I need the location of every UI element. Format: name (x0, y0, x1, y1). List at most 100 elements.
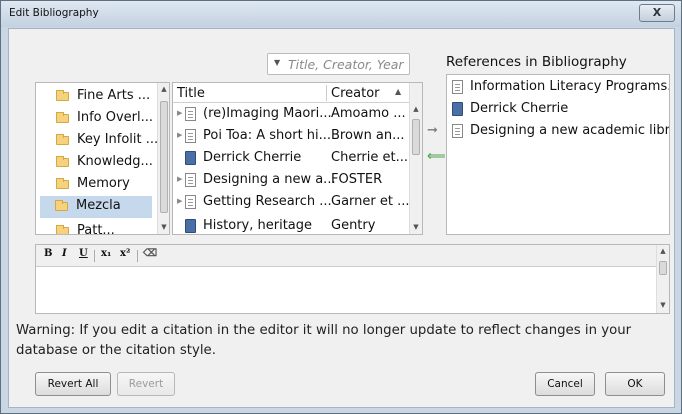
table-row[interactable]: History, heritage Gentry (173, 216, 409, 234)
edit-warning-text: Warning: If you edit a citation in the e… (16, 323, 632, 358)
folder-icon (56, 112, 69, 123)
item-creator: FOSTER (331, 172, 383, 187)
underline-button[interactable]: U (79, 248, 88, 259)
toolbar-separator (94, 250, 95, 262)
collection-item[interactable]: Key Infolit ... (37, 130, 159, 152)
editor-toolbar: B I U x₁ x² ⌫ (36, 245, 656, 267)
table-row[interactable]: ▶ Poi Toa: A short hi... Brown an... (173, 126, 409, 148)
remove-from-bibliography-arrow-icon[interactable]: ⟸ (427, 149, 446, 164)
items-scrollbar[interactable]: ▲ ▼ (409, 83, 422, 234)
collection-label: Key Infolit ... (77, 132, 159, 147)
folder-icon (56, 156, 69, 167)
document-icon (185, 195, 196, 209)
folder-icon (56, 178, 69, 189)
bibliography-list: Information Literacy Programs... Derrick… (446, 74, 670, 235)
dialog-client-area: ▼ References in Bibliography Fine Arts .… (8, 28, 675, 408)
table-row[interactable]: ▶ (re)Imaging Maori... Amoamo ... (173, 104, 409, 126)
bold-button[interactable]: B (44, 248, 52, 259)
citation-text-area[interactable] (36, 267, 656, 313)
item-creator: Cherrie et... (331, 150, 409, 165)
list-item[interactable]: Information Literacy Programs... (447, 77, 669, 99)
subscript-button[interactable]: x₁ (101, 248, 111, 259)
folder-icon (56, 134, 69, 145)
expand-twisty-icon[interactable]: ▶ (177, 131, 182, 139)
search-box[interactable]: ▼ (267, 53, 410, 75)
reference-title: Information Literacy Programs... (470, 79, 670, 94)
citation-editor: B I U x₁ x² ⌫ ▲ ▼ (35, 244, 670, 314)
scroll-up-icon[interactable]: ▲ (410, 105, 422, 113)
document-icon (452, 80, 463, 94)
close-button[interactable]: X (639, 4, 675, 22)
scroll-thumb[interactable] (412, 119, 420, 155)
italic-button[interactable]: I (62, 248, 67, 259)
toolbar-separator (137, 250, 138, 262)
item-creator: Gentry (331, 218, 376, 233)
collection-item[interactable]: Info Overl... (37, 108, 157, 130)
table-row[interactable]: ▶ Designing a new a... FOSTER (173, 170, 409, 192)
add-to-bibliography-arrow-icon[interactable]: ➞ (427, 123, 438, 138)
item-creator: Garner et ... (331, 194, 410, 209)
scroll-thumb[interactable] (659, 261, 667, 275)
ok-button[interactable]: OK (605, 372, 665, 396)
folder-icon (56, 225, 69, 234)
collection-item-selected[interactable]: Mezcla (40, 196, 152, 218)
document-icon (185, 173, 196, 187)
editor-scrollbar[interactable]: ▲ ▼ (656, 245, 669, 313)
collection-item[interactable]: Fine Arts ... (37, 86, 157, 108)
search-dropdown-icon[interactable]: ▼ (274, 58, 280, 67)
edit-bibliography-dialog: Edit Bibliography X ▼ References in Bibl… (0, 0, 682, 414)
reference-title: Derrick Cherrie (470, 101, 569, 116)
collection-item[interactable]: Patt... (37, 221, 157, 234)
document-icon (452, 124, 463, 138)
table-row[interactable]: ▶ Getting Research ... Garner et ... (173, 192, 410, 214)
superscript-button[interactable]: x² (120, 248, 130, 259)
collection-label: Memory (77, 176, 130, 191)
items-pane: Title Creator ▲ ▶ (re)Imaging Maori... A… (172, 82, 423, 235)
title-bar[interactable]: Edit Bibliography X (1, 1, 681, 27)
expand-twisty-icon[interactable]: ▶ (177, 175, 182, 183)
column-divider[interactable] (326, 85, 327, 101)
items-table-header: Title Creator ▲ (173, 83, 409, 103)
expand-twisty-icon[interactable]: ▶ (177, 197, 182, 205)
collection-label: Fine Arts ... (77, 88, 151, 103)
item-creator: Amoamo ... (331, 106, 406, 121)
collection-item[interactable]: Knowledg... (37, 152, 157, 174)
collection-item[interactable]: Memory (37, 174, 157, 196)
collection-label: Info Overl... (77, 110, 154, 125)
collections-pane: Fine Arts ... Info Overl... Key Infolit … (35, 82, 170, 235)
column-header-creator[interactable]: Creator (331, 86, 380, 101)
scroll-up-icon[interactable]: ▲ (158, 85, 169, 93)
scroll-down-icon[interactable]: ▼ (657, 301, 669, 309)
search-input[interactable] (288, 56, 406, 72)
item-title: Poi Toa: A short hi... (203, 128, 332, 143)
scroll-down-icon[interactable]: ▼ (410, 223, 422, 231)
item-title: History, heritage (203, 218, 313, 233)
table-row[interactable]: Derrick Cherrie Cherrie et... (173, 148, 409, 170)
book-icon (185, 219, 196, 233)
item-creator: Brown an... (331, 128, 405, 143)
scroll-down-icon[interactable]: ▼ (158, 223, 169, 231)
collection-label: Mezcla (76, 198, 121, 213)
sort-ascending-icon[interactable]: ▲ (395, 87, 401, 96)
expand-twisty-icon[interactable]: ▶ (177, 109, 182, 117)
scroll-up-icon[interactable]: ▲ (657, 247, 669, 255)
clear-formatting-eraser-icon[interactable]: ⌫ (143, 248, 157, 259)
collections-scrollbar[interactable]: ▲ ▼ (157, 83, 169, 234)
list-item[interactable]: Designing a new academic libr... (447, 121, 669, 143)
bibliography-heading: References in Bibliography (446, 54, 627, 70)
item-title: Derrick Cherrie (203, 150, 302, 165)
reference-title: Designing a new academic libr... (470, 123, 670, 138)
book-icon (185, 151, 196, 165)
document-icon (185, 129, 196, 143)
revert-button[interactable]: Revert (117, 372, 175, 396)
item-title: Designing a new a... (203, 172, 336, 187)
cancel-button[interactable]: Cancel (535, 372, 595, 396)
document-icon (185, 107, 196, 121)
folder-icon (56, 90, 69, 101)
scroll-thumb[interactable] (160, 101, 168, 213)
item-title: (re)Imaging Maori... (203, 106, 332, 121)
revert-all-button[interactable]: Revert All (35, 372, 111, 396)
folder-icon (55, 200, 68, 211)
list-item[interactable]: Derrick Cherrie (447, 99, 669, 121)
column-header-title[interactable]: Title (177, 86, 205, 101)
